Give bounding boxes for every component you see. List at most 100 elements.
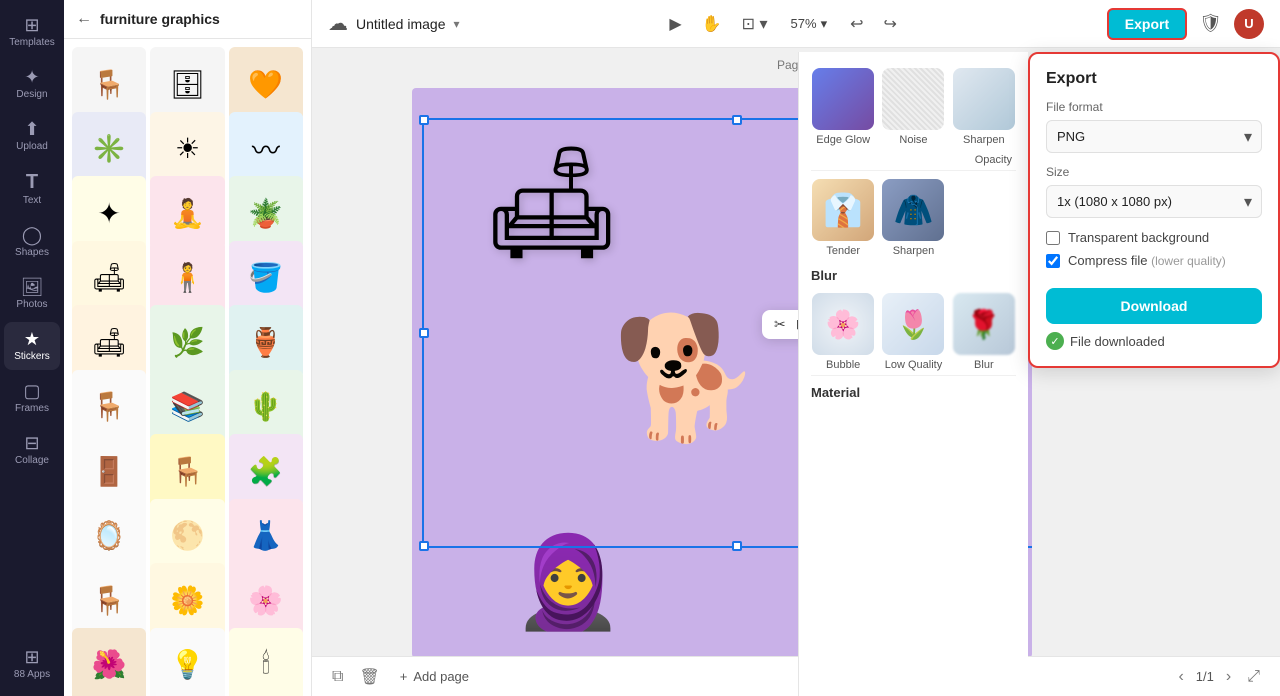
asset-item[interactable]: 🌵 (229, 370, 303, 444)
crop-tool-btn[interactable]: ✂ (774, 316, 786, 333)
duplicate-page-btn[interactable]: ⧉ (328, 664, 347, 690)
asset-item[interactable]: 🌼 (150, 563, 224, 637)
sel-handle-tm[interactable] (732, 115, 742, 125)
effect-noise[interactable]: Noise (881, 68, 945, 146)
asset-item[interactable]: ✦ (72, 176, 146, 250)
sidebar-item-shapes[interactable]: ◯ Shapes (4, 218, 60, 266)
sidebar-item-apps[interactable]: ⊞ 88 Apps (4, 640, 60, 688)
girl-cloak-sticker: 🧕 (512, 538, 624, 628)
effect-blur-bubble[interactable]: 🌸 Bubble (811, 293, 875, 371)
add-page-btn[interactable]: + Add page (392, 665, 477, 688)
compress-file-checkbox[interactable] (1046, 254, 1060, 268)
shield-icon[interactable]: 🛡 (1195, 9, 1226, 38)
asset-item[interactable]: 🕯 (229, 628, 303, 696)
asset-item[interactable]: 🪑 (150, 434, 224, 508)
file-downloaded-label: File downloaded (1070, 334, 1165, 349)
asset-item[interactable]: 🌿 (150, 305, 224, 379)
asset-item[interactable]: ☀ (150, 112, 224, 186)
delete-page-btn[interactable]: 🗑 (355, 663, 383, 691)
sidebar-item-label: Shapes (15, 247, 49, 258)
file-downloaded-status: ✓ File downloaded (1046, 332, 1262, 350)
effect-noise-label: Noise (899, 134, 927, 146)
size-label: Size (1046, 165, 1262, 179)
effect-blur-label: Blur (974, 359, 994, 371)
asset-item[interactable]: 🪣 (229, 241, 303, 315)
zoom-chevron-icon: ▾ (821, 16, 828, 32)
pointer-tool[interactable]: ▶ (663, 10, 687, 38)
undo-btn[interactable]: ↩ (844, 10, 869, 38)
sel-handle-tl[interactable] (419, 115, 429, 125)
asset-item[interactable]: 🏺 (229, 305, 303, 379)
asset-item[interactable]: 🛋 (72, 241, 146, 315)
sidebar-item-stickers[interactable]: ★ Stickers (4, 322, 60, 370)
zoom-control[interactable]: 57% ▾ (782, 11, 837, 37)
templates-icon: ⊞ (24, 16, 39, 34)
compress-label-text: Compress file (1068, 253, 1147, 268)
sidebar-item-design[interactable]: ✦ Design (4, 60, 60, 108)
user-avatar[interactable]: U (1234, 9, 1264, 39)
effect-blur-low-quality[interactable]: 🌷 Low Quality (881, 293, 945, 371)
effect-tender[interactable]: 👔 Tender (811, 179, 875, 257)
prev-page-btn[interactable]: ‹ (1174, 664, 1187, 690)
sidebar-item-templates[interactable]: ⊞ Templates (4, 8, 60, 56)
asset-item[interactable]: 🧍 (150, 241, 224, 315)
stickers-icon: ★ (24, 330, 40, 348)
asset-item[interactable]: 👗 (229, 499, 303, 573)
sidebar-item-upload[interactable]: ⬆ Upload (4, 112, 60, 160)
sidebar-item-label: Templates (9, 37, 55, 48)
asset-item[interactable]: 🗄 (150, 47, 224, 121)
sidebar-item-text[interactable]: T Text (4, 164, 60, 214)
asset-item[interactable]: 🧩 (229, 434, 303, 508)
hand-tool[interactable]: ✋ (696, 10, 728, 38)
asset-item[interactable]: 🌺 (72, 628, 146, 696)
transparent-bg-checkbox[interactable] (1046, 231, 1060, 245)
size-select[interactable]: 1x (1080 x 1080 px) 2x (2160 x 2160 px) … (1046, 185, 1262, 218)
sidebar-item-frames[interactable]: ▢ Frames (4, 374, 60, 422)
canvas-size-btn[interactable]: ⊡ ▾ (736, 10, 774, 38)
asset-item[interactable]: 〰 (229, 112, 303, 186)
fullscreen-btn[interactable]: ⤢ (1243, 664, 1264, 690)
asset-item[interactable]: 🪑 (72, 47, 146, 121)
top-bar-left: ☁ Untitled image ▾ (328, 11, 460, 36)
effect-blur[interactable]: 🌹 Blur (952, 293, 1016, 371)
export-panel-title: Export (1046, 70, 1262, 88)
export-button[interactable]: Export (1107, 8, 1187, 40)
main-area: ☁ Untitled image ▾ ▶ ✋ ⊡ ▾ 57% ▾ ↩ ↪ Exp… (312, 0, 1280, 696)
effect-sharpen[interactable]: 🧥 Sharpen (881, 179, 945, 257)
sel-handle-bl[interactable] (419, 541, 429, 551)
effect-sharpen-top[interactable]: Sharpen (952, 68, 1016, 146)
effect-sharpen-label: Sharpen (893, 245, 935, 257)
effects-top-row: Edge Glow Noise Sharpen Opacity 👔 Tende (799, 52, 1028, 414)
asset-item[interactable]: 🛋 (72, 305, 146, 379)
asset-item[interactable]: 🌕 (150, 499, 224, 573)
asset-panel: ← furniture graphics 🪑 🗄 🧡 ✳️ ☀ 〰 ✦ 🧘 🪴 … (64, 0, 312, 696)
redo-btn[interactable]: ↪ (878, 10, 903, 38)
sidebar-item-collage[interactable]: ⊟ Collage (4, 426, 60, 474)
doc-chevron-icon[interactable]: ▾ (454, 17, 460, 31)
asset-item[interactable]: ✳️ (72, 112, 146, 186)
asset-item[interactable]: 🌸 (229, 563, 303, 637)
asset-item[interactable]: 🪴 (229, 176, 303, 250)
asset-item[interactable]: 🧘 (150, 176, 224, 250)
sidebar-item-photos[interactable]: 🖼 Photos (4, 270, 60, 318)
sidebar-item-label: 88 Apps (14, 669, 50, 680)
upload-icon: ⬆ (24, 120, 39, 138)
armchair-sticker: 🛋 (482, 148, 622, 258)
effect-edge-glow[interactable]: Edge Glow (811, 68, 875, 146)
asset-item[interactable]: 🚪 (72, 434, 146, 508)
asset-item[interactable]: 🪞 (72, 499, 146, 573)
asset-item[interactable]: 📚 (150, 370, 224, 444)
asset-item[interactable]: 🪑 (72, 370, 146, 444)
sel-handle-ml[interactable] (419, 328, 429, 338)
sel-handle-bm[interactable] (732, 541, 742, 551)
back-button[interactable]: ← (76, 10, 92, 28)
file-format-select[interactable]: PNG JPG SVG PDF GIF (1046, 120, 1262, 153)
design-icon: ✦ (24, 68, 39, 86)
asset-item[interactable]: 💡 (150, 628, 224, 696)
download-button[interactable]: Download (1046, 288, 1262, 324)
check-circle-icon: ✓ (1046, 332, 1064, 350)
asset-item[interactable]: 🪑 (72, 563, 146, 637)
doc-title: Untitled image (356, 16, 446, 32)
asset-item[interactable]: 🧡 (229, 47, 303, 121)
next-page-btn[interactable]: › (1222, 664, 1235, 690)
